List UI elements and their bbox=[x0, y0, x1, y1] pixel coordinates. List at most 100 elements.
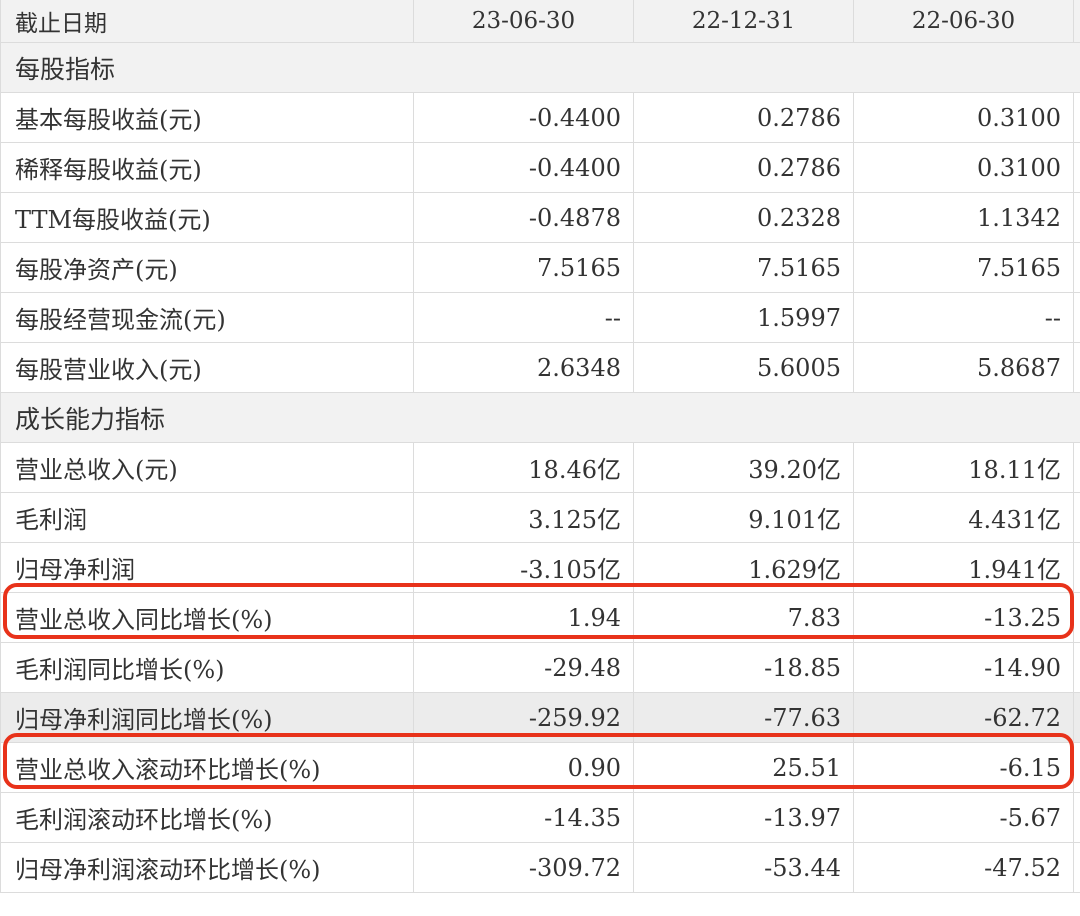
metric-label: 毛利润同比增长(%) bbox=[0, 643, 414, 692]
table-row[interactable]: 毛利润 3.125亿 9.101亿 4.431亿 bbox=[0, 493, 1080, 543]
metric-value-period-1: 1.94 bbox=[414, 593, 634, 642]
table-row[interactable]: TTM每股收益(元) -0.4878 0.2328 1.1342 bbox=[0, 193, 1080, 243]
metric-label: 归母净利润同比增长(%) bbox=[0, 693, 414, 742]
metric-value-period-2: 1.629亿 bbox=[634, 543, 854, 592]
metric-value-period-1: -309.72 bbox=[414, 843, 634, 892]
metric-value-period-1: -0.4400 bbox=[414, 93, 634, 142]
overflow-column bbox=[1074, 593, 1080, 642]
header-period-3[interactable]: 22-06-30 bbox=[854, 0, 1074, 42]
overflow-column bbox=[1074, 243, 1080, 292]
metric-value-period-3: 7.5165 bbox=[854, 243, 1074, 292]
metric-value-period-2: 0.2786 bbox=[634, 93, 854, 142]
table-row[interactable]: 每股经营现金流(元) -- 1.5997 -- bbox=[0, 293, 1080, 343]
metric-value-period-3: -62.72 bbox=[854, 693, 1074, 742]
metric-label: 每股经营现金流(元) bbox=[0, 293, 414, 342]
metric-value-period-1: 2.6348 bbox=[414, 343, 634, 392]
metric-label: 基本每股收益(元) bbox=[0, 93, 414, 142]
overflow-column bbox=[1074, 543, 1080, 592]
metric-label: 营业总收入滚动环比增长(%) bbox=[0, 743, 414, 792]
metric-value-period-3: -6.15 bbox=[854, 743, 1074, 792]
metric-label: 归母净利润滚动环比增长(%) bbox=[0, 843, 414, 892]
overflow-column bbox=[1074, 343, 1080, 392]
metric-value-period-1: -14.35 bbox=[414, 793, 634, 842]
metric-value-period-3: -5.67 bbox=[854, 793, 1074, 842]
table-row[interactable]: 每股营业收入(元) 2.6348 5.6005 5.8687 bbox=[0, 343, 1080, 393]
metric-value-period-3: -47.52 bbox=[854, 843, 1074, 892]
metric-value-period-3: -13.25 bbox=[854, 593, 1074, 642]
metric-value-period-3: 0.3100 bbox=[854, 93, 1074, 142]
metric-value-period-1: -0.4878 bbox=[414, 193, 634, 242]
metric-value-period-1: 7.5165 bbox=[414, 243, 634, 292]
header-date-label: 截止日期 bbox=[0, 0, 414, 42]
section-title: 每股指标 bbox=[0, 43, 1080, 92]
table-row[interactable]: 每股净资产(元) 7.5165 7.5165 7.5165 bbox=[0, 243, 1080, 293]
section-title: 成长能力指标 bbox=[0, 393, 1080, 442]
metric-value-period-2: 9.101亿 bbox=[634, 493, 854, 542]
metric-label: 归母净利润 bbox=[0, 543, 414, 592]
metric-value-period-1: 0.90 bbox=[414, 743, 634, 792]
metric-value-period-2: 39.20亿 bbox=[634, 443, 854, 492]
table-row[interactable]: 基本每股收益(元) -0.4400 0.2786 0.3100 bbox=[0, 93, 1080, 143]
metric-label: 营业总收入同比增长(%) bbox=[0, 593, 414, 642]
metric-label: 营业总收入(元) bbox=[0, 443, 414, 492]
metric-value-period-1: -29.48 bbox=[414, 643, 634, 692]
metric-value-period-1: -0.4400 bbox=[414, 143, 634, 192]
metric-value-period-2: -77.63 bbox=[634, 693, 854, 742]
metric-value-period-2: 1.5997 bbox=[634, 293, 854, 342]
metric-value-period-2: 0.2786 bbox=[634, 143, 854, 192]
overflow-column bbox=[1074, 693, 1080, 742]
table-row[interactable]: 营业总收入同比增长(%) 1.94 7.83 -13.25 bbox=[0, 593, 1080, 643]
metric-value-period-1: -- bbox=[414, 293, 634, 342]
overflow-column bbox=[1074, 143, 1080, 192]
header-period-2[interactable]: 22-12-31 bbox=[634, 0, 854, 42]
metric-value-period-3: 1.941亿 bbox=[854, 543, 1074, 592]
table-body: 每股指标 基本每股收益(元) -0.4400 0.2786 0.3100 稀释每股收益(元… bbox=[0, 43, 1080, 893]
header-overflow-column bbox=[1074, 0, 1080, 42]
metric-label: 每股营业收入(元) bbox=[0, 343, 414, 392]
overflow-column bbox=[1074, 193, 1080, 242]
metric-value-period-3: 5.8687 bbox=[854, 343, 1074, 392]
table-row[interactable]: 归母净利润同比增长(%) -259.92 -77.63 -62.72 bbox=[0, 693, 1080, 743]
metric-value-period-2: 7.5165 bbox=[634, 243, 854, 292]
metric-label: 毛利润 bbox=[0, 493, 414, 542]
overflow-column bbox=[1074, 293, 1080, 342]
section-header-row: 成长能力指标 bbox=[0, 393, 1080, 443]
metric-value-period-1: -259.92 bbox=[414, 693, 634, 742]
table-row[interactable]: 归母净利润滚动环比增长(%) -309.72 -53.44 -47.52 bbox=[0, 843, 1080, 893]
metric-value-period-2: 7.83 bbox=[634, 593, 854, 642]
metric-value-period-2: -13.97 bbox=[634, 793, 854, 842]
metric-value-period-2: 5.6005 bbox=[634, 343, 854, 392]
overflow-column bbox=[1074, 793, 1080, 842]
overflow-column bbox=[1074, 93, 1080, 142]
metric-value-period-3: 0.3100 bbox=[854, 143, 1074, 192]
table-row[interactable]: 稀释每股收益(元) -0.4400 0.2786 0.3100 bbox=[0, 143, 1080, 193]
metric-label: 毛利润滚动环比增长(%) bbox=[0, 793, 414, 842]
header-period-1[interactable]: 23-06-30 bbox=[414, 0, 634, 42]
metric-value-period-2: -53.44 bbox=[634, 843, 854, 892]
table-row[interactable]: 毛利润同比增长(%) -29.48 -18.85 -14.90 bbox=[0, 643, 1080, 693]
table-row[interactable]: 毛利润滚动环比增长(%) -14.35 -13.97 -5.67 bbox=[0, 793, 1080, 843]
metric-label: 每股净资产(元) bbox=[0, 243, 414, 292]
overflow-column bbox=[1074, 493, 1080, 542]
metric-value-period-3: 4.431亿 bbox=[854, 493, 1074, 542]
metric-value-period-3: 1.1342 bbox=[854, 193, 1074, 242]
metric-value-period-2: 0.2328 bbox=[634, 193, 854, 242]
section-header-row: 每股指标 bbox=[0, 43, 1080, 93]
table-row[interactable]: 营业总收入滚动环比增长(%) 0.90 25.51 -6.15 bbox=[0, 743, 1080, 793]
metric-value-period-1: -3.105亿 bbox=[414, 543, 634, 592]
metric-label: 稀释每股收益(元) bbox=[0, 143, 414, 192]
metric-value-period-1: 18.46亿 bbox=[414, 443, 634, 492]
metric-value-period-3: -14.90 bbox=[854, 643, 1074, 692]
table-row[interactable]: 归母净利润 -3.105亿 1.629亿 1.941亿 bbox=[0, 543, 1080, 593]
overflow-column bbox=[1074, 643, 1080, 692]
metric-label: TTM每股收益(元) bbox=[0, 193, 414, 242]
metric-value-period-2: 25.51 bbox=[634, 743, 854, 792]
overflow-column bbox=[1074, 843, 1080, 892]
metric-value-period-3: -- bbox=[854, 293, 1074, 342]
metric-value-period-2: -18.85 bbox=[634, 643, 854, 692]
table-header-row: 截止日期 23-06-30 22-12-31 22-06-30 bbox=[0, 0, 1080, 43]
metric-value-period-3: 18.11亿 bbox=[854, 443, 1074, 492]
overflow-column bbox=[1074, 443, 1080, 492]
table-row[interactable]: 营业总收入(元) 18.46亿 39.20亿 18.11亿 bbox=[0, 443, 1080, 493]
overflow-column bbox=[1074, 743, 1080, 792]
